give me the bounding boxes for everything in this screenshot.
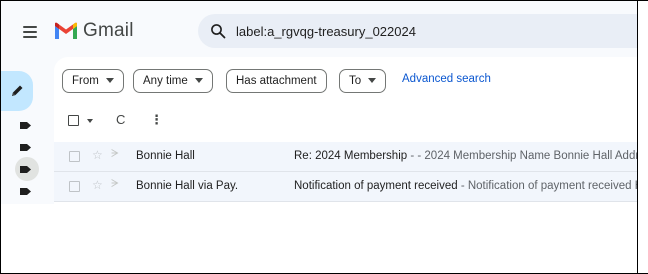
email-sender: Bonnie Hall via Pay. — [136, 180, 239, 192]
to-filter-chip[interactable]: To — [339, 69, 387, 93]
chip-label: To — [349, 75, 362, 87]
email-snippet: - Notification of payment received H — [457, 180, 637, 192]
any-time-filter-chip[interactable]: Any time — [133, 69, 213, 93]
hamburger-menu-icon[interactable] — [23, 26, 37, 38]
chevron-down-icon — [105, 78, 114, 84]
label-icon[interactable] — [20, 122, 31, 129]
chip-label: Any time — [143, 75, 188, 87]
email-subject: Re: 2024 Membership — [294, 150, 408, 162]
star-icon[interactable]: ☆ — [92, 178, 103, 192]
pencil-icon — [10, 84, 24, 98]
frame-border — [0, 0, 648, 1]
email-sender: Bonnie Hall — [136, 150, 195, 162]
email-subject: Notification of payment received — [294, 180, 458, 192]
gmail-m-logo-icon[interactable] — [54, 22, 78, 40]
label-icon[interactable] — [20, 144, 31, 151]
gmail-brand-text: Gmail — [83, 20, 134, 41]
chevron-down-icon — [368, 78, 377, 84]
row-checkbox[interactable] — [69, 181, 80, 192]
chip-label: From — [72, 75, 99, 87]
search-bar[interactable]: label:a_rgvqg-treasury_022024 — [198, 14, 637, 48]
search-query[interactable]: label:a_rgvqg-treasury_022024 — [236, 24, 416, 39]
email-row[interactable]: ☆ ᗒ Bonnie Hall via Pay. Notification of… — [54, 172, 637, 202]
chevron-down-icon[interactable] — [87, 119, 93, 123]
search-icon[interactable] — [210, 23, 226, 39]
row-checkbox[interactable] — [69, 151, 80, 162]
frame-border — [0, 0, 1, 274]
email-preview: Re: 2024 Membership - - 2024 Membership … — [294, 150, 637, 162]
has-attachment-filter-chip[interactable]: Has attachment — [226, 69, 327, 93]
label-icon[interactable] — [20, 188, 31, 195]
email-row[interactable]: ☆ ᗒ Bonnie Hall Re: 2024 Membership - - … — [54, 142, 637, 172]
screenshot-frame: Gmail label:a_rgvqg-treasury_022024 From… — [0, 0, 648, 274]
email-snippet: - - 2024 Membership Name Bonnie Hall Add… — [407, 150, 637, 162]
frame-border — [637, 0, 638, 274]
refresh-icon[interactable]: C — [116, 112, 125, 127]
importance-marker-icon[interactable]: ᗒ — [111, 178, 119, 191]
chevron-down-icon — [194, 78, 203, 84]
gmail-window: Gmail label:a_rgvqg-treasury_022024 From… — [1, 1, 637, 204]
star-icon[interactable]: ☆ — [92, 148, 103, 162]
more-vertical-icon[interactable]: ⋮ — [150, 112, 163, 128]
label-icon[interactable] — [20, 166, 31, 173]
importance-marker-icon[interactable]: ᗒ — [111, 148, 119, 161]
checkbox-icon[interactable] — [68, 115, 79, 126]
advanced-search-link[interactable]: Advanced search — [402, 73, 491, 85]
email-preview: Notification of payment received - Notif… — [294, 180, 637, 192]
from-filter-chip[interactable]: From — [62, 69, 124, 93]
mail-list-panel: From Any time Has attachment To Advanced… — [54, 57, 637, 204]
compose-button[interactable] — [1, 71, 33, 111]
email-list: ☆ ᗒ Bonnie Hall Re: 2024 Membership - - … — [54, 142, 637, 202]
chip-label: Has attachment — [236, 75, 317, 87]
